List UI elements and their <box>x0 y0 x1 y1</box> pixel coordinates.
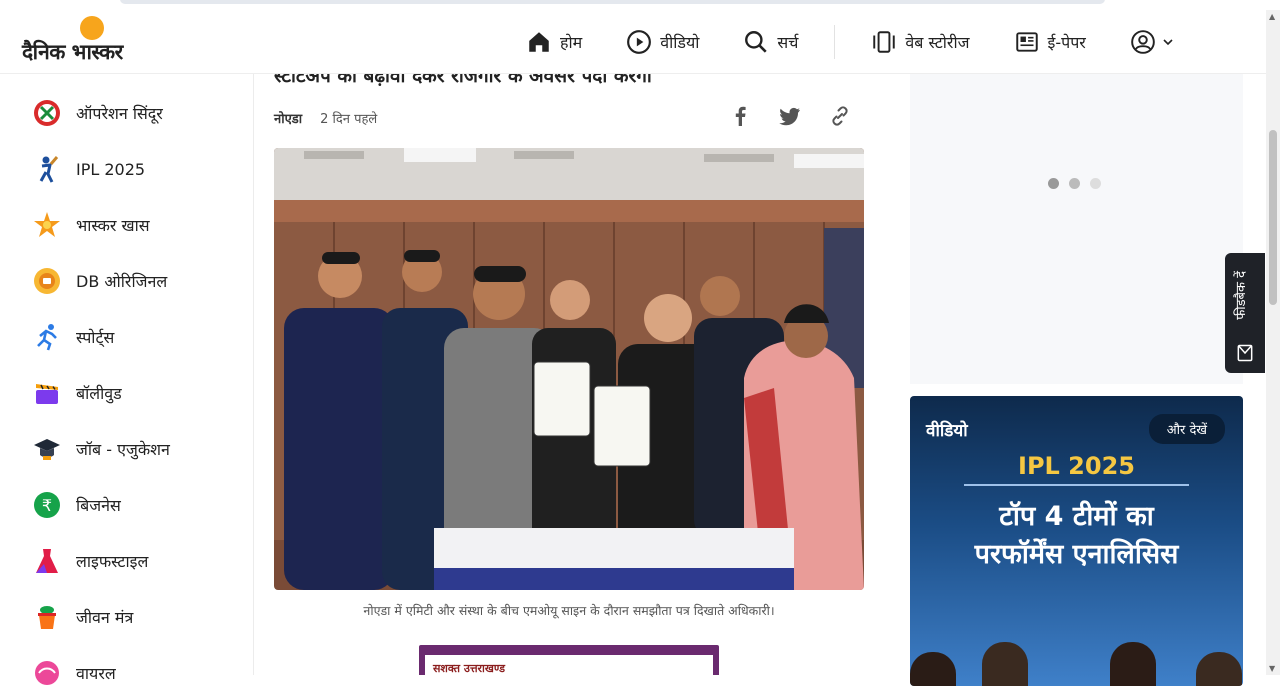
sidebar-item-operation-sindoor[interactable]: ऑपरेशन सिंदूर <box>32 98 163 128</box>
link-icon[interactable] <box>828 104 852 128</box>
video-card[interactable]: वीडियो और देखें IPL 2025 टॉप 4 टीमों का … <box>910 396 1243 686</box>
sidebar-item-jeevan-mantra[interactable]: जीवन मंत्र <box>32 602 133 632</box>
sidebar-item-ipl[interactable]: IPL 2025 <box>32 154 145 184</box>
main-nav: होम वीडियो सर्च वेब स्टोरीज ई-पेपर <box>526 10 1176 74</box>
clapperboard-icon <box>32 378 62 408</box>
sidebar-item-bollywood[interactable]: बॉलीवुड <box>32 378 122 408</box>
db-original-icon <box>32 266 62 296</box>
operation-sindoor-icon <box>32 98 62 128</box>
video-section-title: वीडियो <box>926 421 968 441</box>
article-meta: नोएडा 2 दिन पहले <box>274 109 377 127</box>
feedback-tab[interactable]: फीडबैक दें <box>1225 253 1265 373</box>
sidebar-item-bhaskar-khas[interactable]: भास्कर खास <box>32 210 150 240</box>
page-scrollbar[interactable]: ▲ ▼ <box>1266 10 1280 675</box>
facebook-icon[interactable] <box>728 104 752 128</box>
article-title: स्टार्टअप को बढ़ावा देकर रोजगार के अवसर … <box>274 74 652 87</box>
scrollbar-thumb[interactable] <box>1269 130 1277 305</box>
cricket-batsman-icon <box>32 154 62 184</box>
sidebar: ऑपरेशन सिंदूर IPL 2025 भास्कर खास DB ओरि… <box>0 74 254 685</box>
sidebar-item-db-original[interactable]: DB ओरिजिनल <box>32 266 167 296</box>
nav-web-stories[interactable]: वेब स्टोरीज <box>871 29 970 55</box>
profile-menu[interactable] <box>1130 29 1176 55</box>
play-circle-icon <box>627 30 652 54</box>
sidebar-item-viral[interactable]: वायरल <box>32 658 116 688</box>
browser-top-strip <box>0 0 1280 10</box>
twitter-icon[interactable] <box>778 104 802 128</box>
site-logo[interactable]: दैनिक भास्कर <box>22 16 162 66</box>
player-photo <box>982 642 1028 686</box>
runner-icon <box>32 322 62 352</box>
address-bar-edge <box>120 0 1105 4</box>
ad-placeholder <box>910 74 1243 384</box>
see-more-button[interactable]: और देखें <box>1148 414 1225 444</box>
nav-home[interactable]: होम <box>526 29 582 55</box>
player-photo <box>1196 652 1242 686</box>
feedback-label: फीडबैक दें <box>1234 271 1249 320</box>
scroll-up-arrow-icon[interactable]: ▲ <box>1269 12 1275 21</box>
photo-caption: नोएडा में एमिटी और संस्था के बीच एमओयू स… <box>363 603 775 618</box>
right-column: वीडियो और देखें IPL 2025 टॉप 4 टीमों का … <box>884 74 1266 686</box>
search-icon <box>745 31 768 53</box>
rupee-icon: ₹ <box>32 490 62 520</box>
article-location[interactable]: नोएडा <box>274 109 302 127</box>
site-header: दैनिक भास्कर होम वीडियो सर्च वेब स्टोरीज… <box>0 10 1266 74</box>
chevron-down-icon <box>1163 39 1173 46</box>
sidebar-item-job-education[interactable]: जॉब - एजुकेशन <box>32 434 170 464</box>
loading-dots-icon <box>1048 178 1101 189</box>
share-bar <box>728 104 852 128</box>
mail-icon <box>1237 344 1253 362</box>
kalash-icon <box>32 602 62 632</box>
nav-search[interactable]: सर्च <box>743 29 798 55</box>
sidebar-item-lifestyle[interactable]: लाइफस्टाइल <box>32 546 148 576</box>
player-photo <box>1110 642 1156 686</box>
newspaper-icon <box>1015 32 1038 52</box>
video-headline-line1: टॉप 4 टीमों का <box>999 501 1154 532</box>
article-photo[interactable] <box>274 148 864 590</box>
video-ipl-label: IPL 2025 <box>1018 452 1135 480</box>
article-time: 2 दिन पहले <box>320 112 378 127</box>
video-headline-line2: परफॉर्मेंस एनालिसिस <box>974 539 1179 570</box>
article-main: स्टार्टअप को बढ़ावा देकर रोजगार के अवसर … <box>254 74 884 675</box>
sidebar-item-sports[interactable]: स्पोर्ट्स <box>32 322 114 352</box>
svg-text:₹: ₹ <box>42 496 52 515</box>
ad-banner[interactable]: सशक्त उत्तराखण्ड <box>419 645 719 675</box>
mou-signing-photo <box>274 148 864 590</box>
viral-icon <box>32 658 62 688</box>
video-divider <box>964 484 1189 486</box>
nav-video[interactable]: वीडियो <box>626 29 699 55</box>
ad-banner-text: सशक्त उत्तराखण्ड <box>425 655 713 675</box>
user-circle-icon <box>1131 30 1155 54</box>
nav-epaper[interactable]: ई-पेपर <box>1014 29 1086 55</box>
player-photo <box>910 652 956 686</box>
star-burst-icon <box>32 210 62 240</box>
dress-icon <box>32 546 62 576</box>
scroll-down-arrow-icon[interactable]: ▼ <box>1269 664 1275 673</box>
nav-divider <box>834 25 836 59</box>
graduation-cap-icon <box>32 434 62 464</box>
sidebar-item-business[interactable]: ₹ बिजनेस <box>32 490 121 520</box>
home-icon <box>529 32 549 52</box>
web-stories-icon <box>873 31 896 53</box>
logo-sun-icon <box>80 16 104 40</box>
